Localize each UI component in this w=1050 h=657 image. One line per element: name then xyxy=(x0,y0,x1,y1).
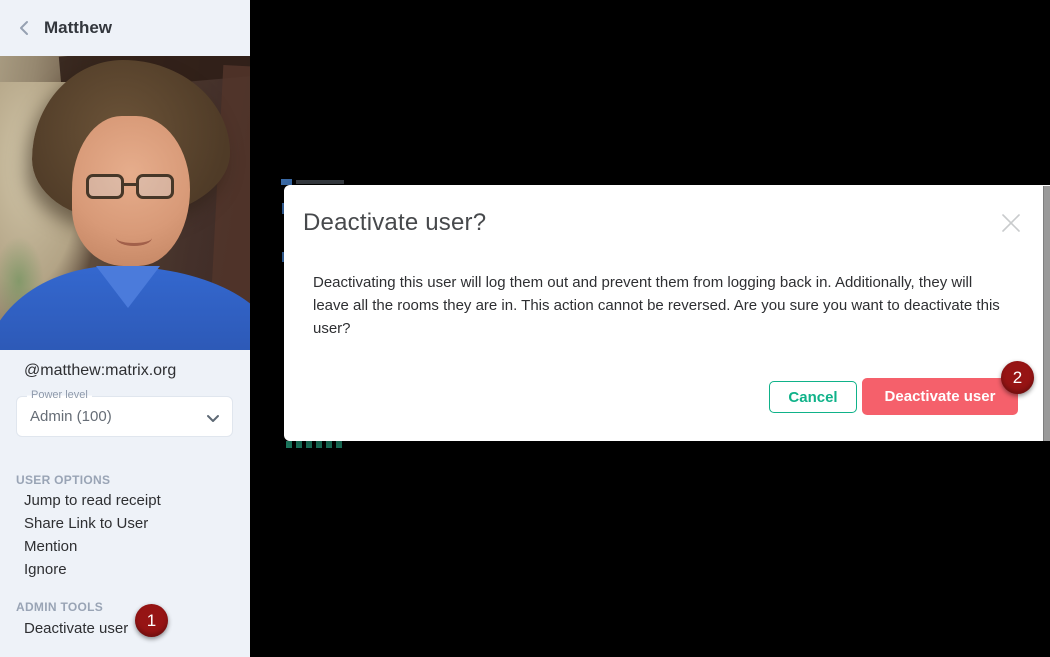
dialog-body-text: Deactivating this user will log them out… xyxy=(313,271,1010,340)
chevron-down-icon xyxy=(206,410,220,428)
close-icon[interactable] xyxy=(1000,212,1022,234)
photo-smile xyxy=(116,230,152,246)
photo-glasses-lens xyxy=(136,174,174,199)
menu-item-jump-to-read-receipt[interactable]: Jump to read receipt xyxy=(24,492,161,509)
menu-item-ignore[interactable]: Ignore xyxy=(24,561,67,578)
deactivate-user-dialog: Deactivate user? Deactivating this user … xyxy=(284,185,1050,441)
background-fragment xyxy=(296,180,344,184)
cancel-button[interactable]: Cancel xyxy=(769,381,857,413)
power-level-value: Admin (100) xyxy=(17,397,232,436)
member-info-panel: Matthew @matthew:matrix.org Power level … xyxy=(0,0,250,657)
menu-item-share-link-to-user[interactable]: Share Link to User xyxy=(24,515,148,532)
power-level-label: Power level xyxy=(27,389,92,401)
photo-glasses-lens xyxy=(86,174,124,199)
menu-item-mention[interactable]: Mention xyxy=(24,538,77,555)
annotation-step-2-badge: 2 xyxy=(1001,361,1034,394)
annotation-step-1-badge: 1 xyxy=(135,604,168,637)
user-id: @matthew:matrix.org xyxy=(24,362,176,380)
background-fragment xyxy=(286,441,346,448)
photo-glasses-bridge xyxy=(122,183,138,186)
deactivate-user-button[interactable]: Deactivate user xyxy=(862,378,1018,415)
window-edge-scrollbar[interactable] xyxy=(1043,186,1050,441)
power-level-select[interactable]: Power level Admin (100) xyxy=(16,396,233,437)
profile-photo xyxy=(0,56,250,350)
member-header: Matthew xyxy=(0,0,250,56)
section-user-options: USER OPTIONS xyxy=(16,473,110,487)
member-name: Matthew xyxy=(44,18,112,38)
dialog-title: Deactivate user? xyxy=(303,209,486,237)
menu-item-deactivate-user[interactable]: Deactivate user xyxy=(24,620,128,637)
back-chevron-icon[interactable] xyxy=(14,18,34,38)
section-admin-tools: ADMIN TOOLS xyxy=(16,600,103,614)
